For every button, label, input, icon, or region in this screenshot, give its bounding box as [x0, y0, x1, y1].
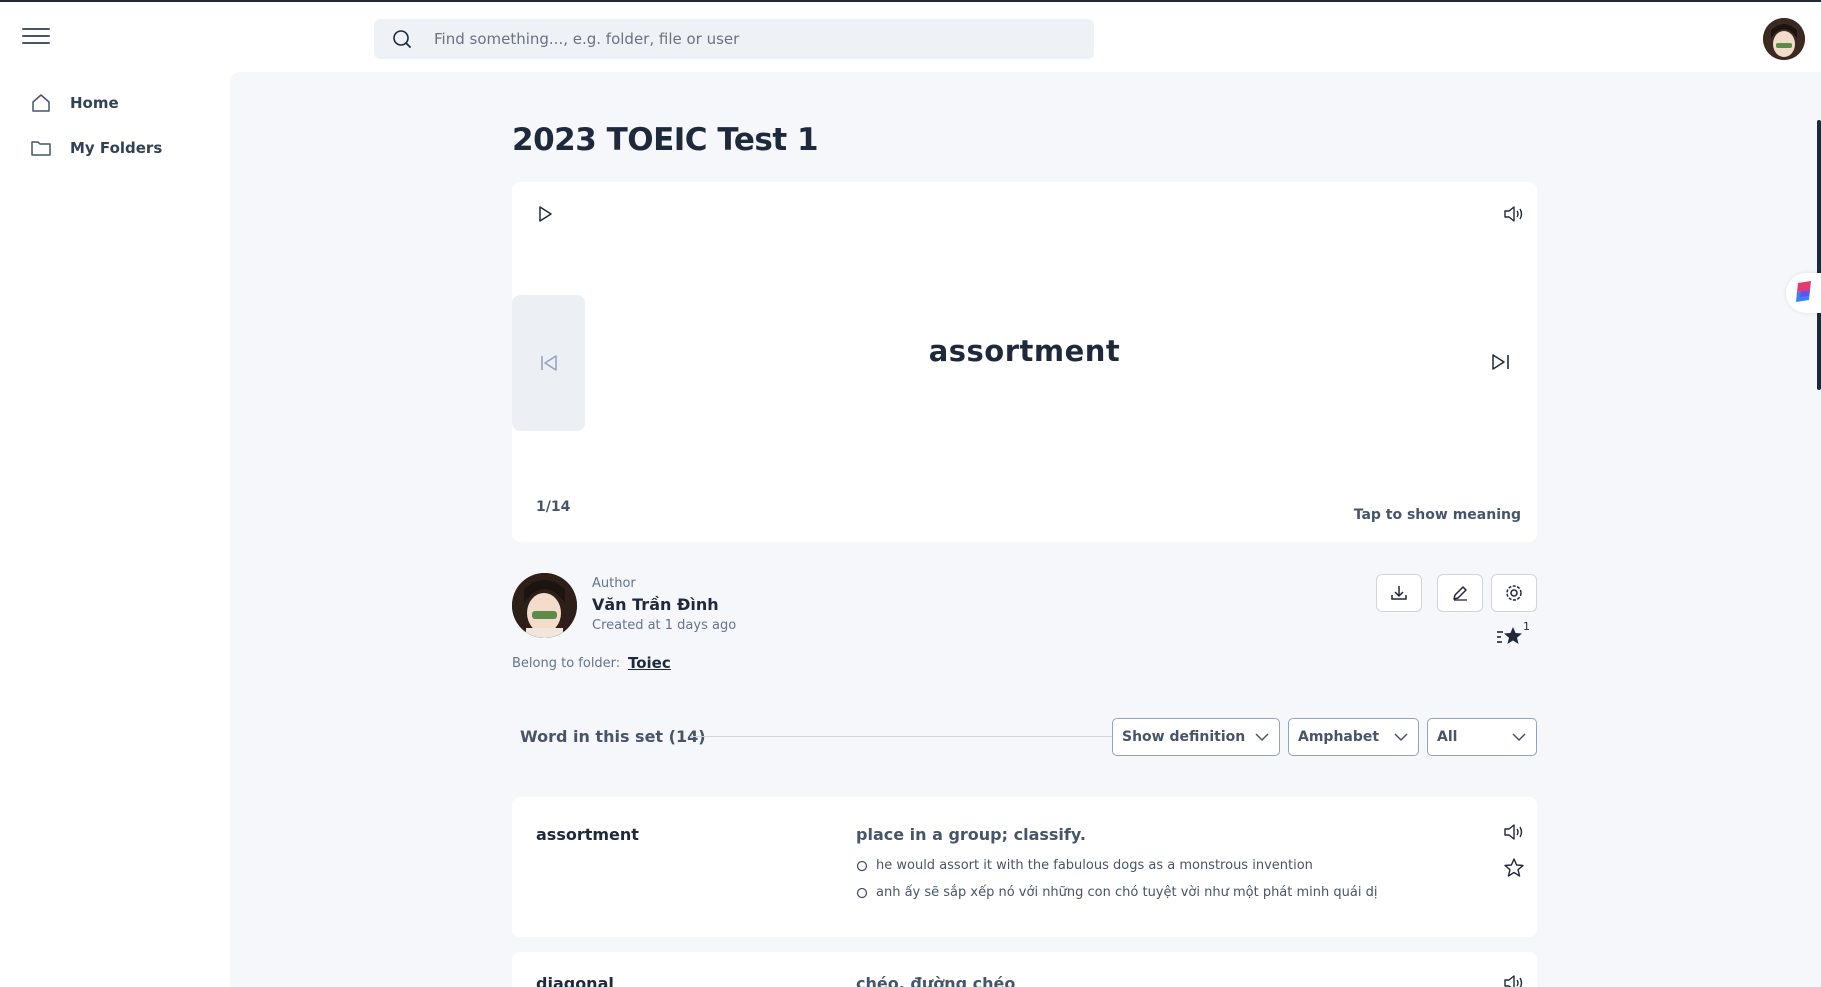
select-value: All — [1437, 729, 1458, 745]
speaker-icon[interactable] — [1503, 823, 1525, 845]
select-value: Amphabet — [1298, 729, 1380, 745]
starred-list-icon — [1497, 627, 1522, 644]
scrollbar[interactable] — [1817, 120, 1821, 390]
example-text: anh ấy sẽ sắp xếp nó với những con chó t… — [876, 885, 1378, 900]
author-label: Author — [592, 576, 636, 591]
starred-list-button[interactable] — [1496, 624, 1536, 654]
extension-icon — [1795, 281, 1811, 302]
speaker-icon[interactable] — [1503, 974, 1525, 987]
example-item: he would assort it with the fabulous dog… — [856, 858, 1313, 873]
download-icon — [1391, 586, 1407, 600]
star-icon[interactable] — [1503, 857, 1525, 883]
flashcard[interactable]: assortment 1/14 Tap to show meaning — [512, 182, 1537, 542]
divider — [690, 736, 1180, 737]
flashcard-term: assortment — [928, 334, 1121, 368]
page-title: 2023 TOEIC Test 1 — [512, 122, 819, 158]
example-item: anh ấy sẽ sắp xếp nó với những con chó t… — [856, 885, 1377, 900]
word-definition: place in a group; classify. — [856, 825, 1086, 844]
search-icon — [393, 30, 411, 48]
speaker-icon[interactable] — [1503, 205, 1525, 227]
settings-icon — [1506, 585, 1522, 601]
folder-icon — [31, 141, 51, 156]
folder-link[interactable]: Toiec — [628, 654, 671, 672]
word-term: assortment — [536, 825, 639, 844]
quote-icon — [856, 860, 868, 871]
play-icon[interactable] — [536, 205, 554, 227]
sidebar: Home My Folders — [0, 72, 230, 987]
main-content: 2023 TOEIC Test 1 assortment 1/14 Tap to… — [230, 72, 1821, 987]
home-icon — [32, 94, 50, 112]
sidebar-item-my-folders[interactable]: My Folders — [30, 137, 162, 159]
select-value: Show definition — [1122, 729, 1246, 745]
menu-icon[interactable] — [22, 28, 50, 48]
sidebar-item-label: My Folders — [70, 139, 163, 157]
belong-label: Belong to folder: — [512, 656, 621, 671]
next-icon[interactable] — [1490, 353, 1512, 375]
word-term: diagonal — [536, 974, 614, 987]
edit-button[interactable] — [1437, 574, 1483, 612]
author-avatar — [512, 573, 577, 638]
download-button[interactable] — [1376, 574, 1422, 612]
user-avatar[interactable] — [1763, 18, 1805, 60]
chevron-down-icon — [1394, 733, 1408, 742]
chevron-down-icon — [1255, 733, 1269, 742]
chevron-down-icon — [1512, 733, 1526, 742]
quote-icon — [856, 887, 868, 898]
tap-to-show-meaning[interactable]: Tap to show meaning — [1354, 507, 1521, 523]
search-bar[interactable] — [374, 19, 1094, 59]
show-definition-select[interactable]: Show definition — [1112, 718, 1280, 756]
example-text: he would assort it with the fabulous dog… — [876, 858, 1313, 873]
search-input[interactable] — [434, 30, 1034, 48]
extension-badge[interactable] — [1786, 273, 1821, 313]
list-item: diagonal chéo, đường chéo — [512, 952, 1537, 987]
star-count: 1 — [1523, 620, 1530, 633]
word-definition: chéo, đường chéo — [856, 974, 1016, 987]
sort-select[interactable]: Amphabet — [1288, 718, 1419, 756]
top-bar — [0, 0, 1821, 72]
filter-select[interactable]: All — [1427, 718, 1537, 756]
author-name[interactable]: Văn Trần Đình — [592, 595, 719, 614]
edit-icon — [1453, 586, 1467, 601]
sidebar-item-home[interactable]: Home — [30, 92, 119, 114]
sidebar-item-label: Home — [70, 94, 119, 112]
list-item: assortment place in a group; classify. h… — [512, 797, 1537, 937]
card-counter: 1/14 — [536, 499, 571, 515]
settings-button[interactable] — [1491, 574, 1537, 612]
created-time: Created at 1 days ago — [592, 618, 737, 633]
word-list-heading: Word in this set (14) — [520, 727, 706, 746]
